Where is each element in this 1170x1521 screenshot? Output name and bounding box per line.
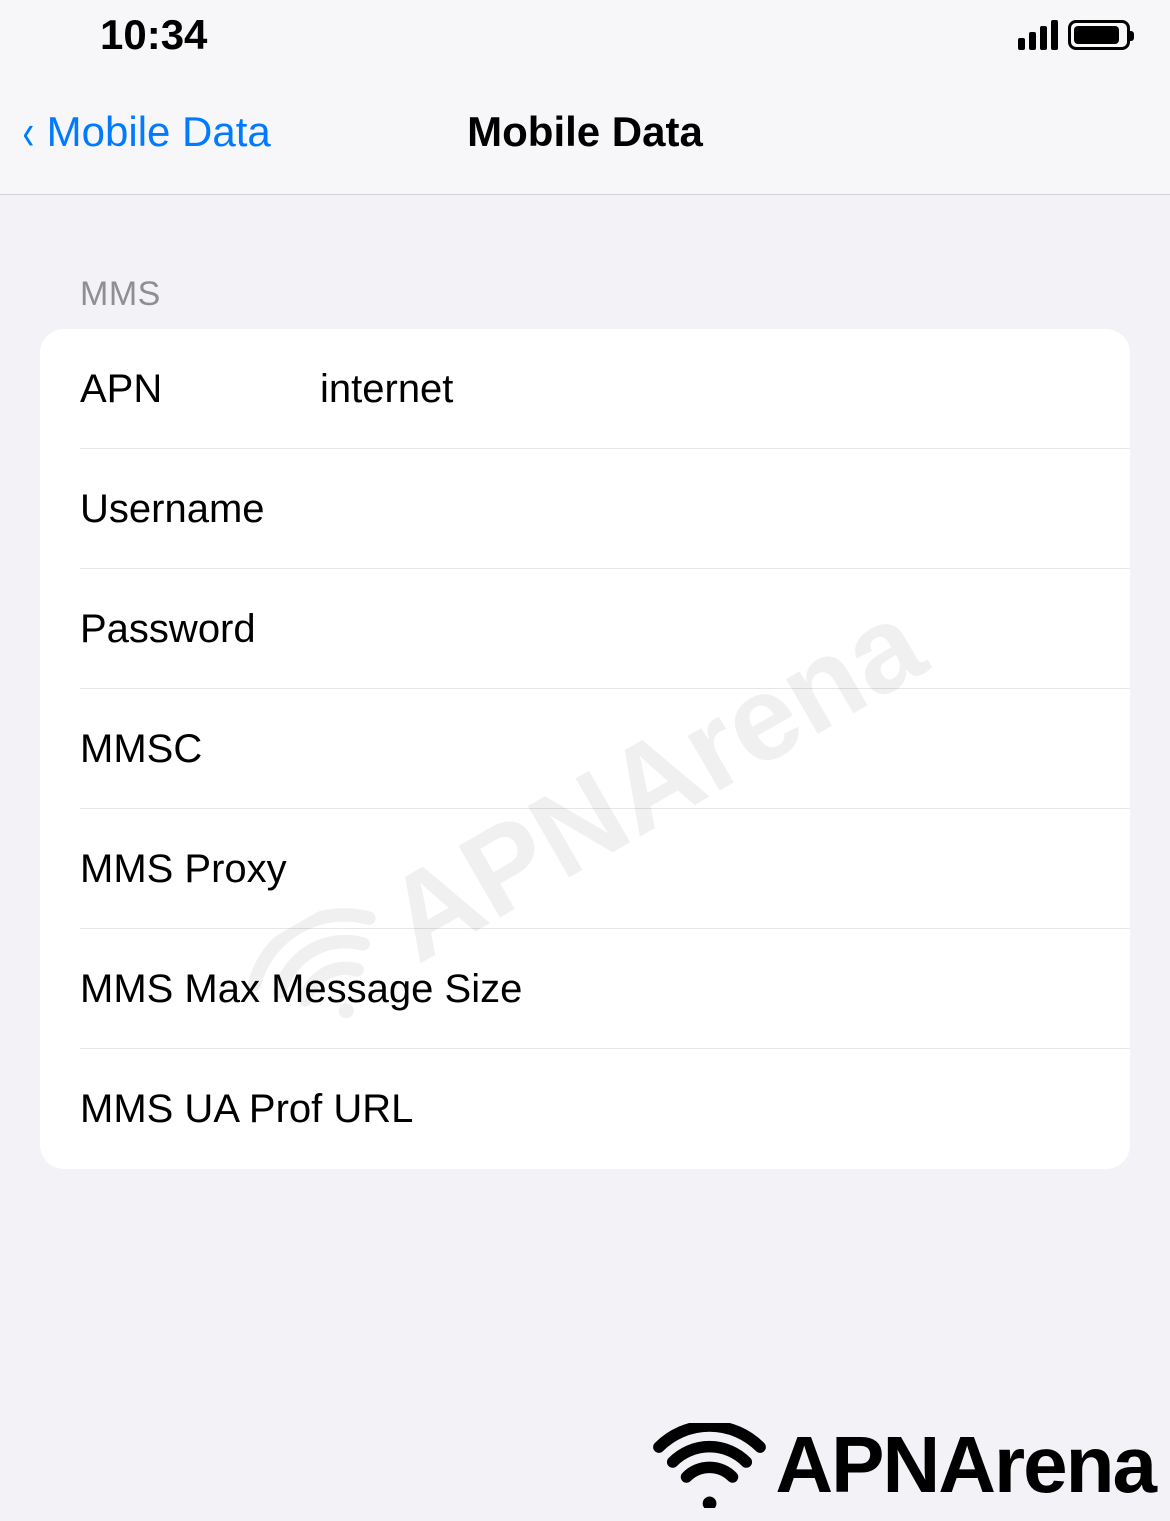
mmsc-row[interactable]: MMSC — [40, 689, 1130, 809]
mms-proxy-row[interactable]: MMS Proxy — [40, 809, 1130, 929]
apn-input[interactable] — [320, 367, 1090, 412]
back-label: Mobile Data — [47, 108, 271, 156]
mms-max-size-row[interactable]: MMS Max Message Size — [40, 929, 1130, 1049]
section-header-mms: MMS — [40, 275, 1130, 329]
mmsc-input[interactable] — [320, 727, 1090, 772]
mms-max-size-input[interactable] — [575, 967, 1090, 1012]
username-row[interactable]: Username — [40, 449, 1130, 569]
back-button[interactable]: ‹ Mobile Data — [0, 103, 271, 161]
mms-max-size-label: MMS Max Message Size — [80, 967, 575, 1012]
bottom-logo-text: APNArena — [775, 1419, 1155, 1511]
mms-proxy-label: MMS Proxy — [80, 847, 575, 892]
username-label: Username — [80, 487, 320, 532]
apn-label: APN — [80, 367, 320, 412]
mms-proxy-input[interactable] — [575, 847, 1090, 892]
status-indicators — [1018, 20, 1130, 50]
status-bar: 10:34 — [0, 0, 1170, 70]
status-time: 10:34 — [100, 11, 207, 59]
username-input[interactable] — [320, 487, 1090, 532]
content: MMS APN Username Password MMSC MMS Proxy… — [0, 195, 1170, 1169]
battery-icon — [1068, 20, 1130, 50]
mms-ua-prof-row[interactable]: MMS UA Prof URL — [40, 1049, 1130, 1169]
mms-settings-card: APN Username Password MMSC MMS Proxy MMS… — [40, 329, 1130, 1169]
nav-bar: ‹ Mobile Data Mobile Data — [0, 70, 1170, 195]
cellular-signal-icon — [1018, 20, 1058, 50]
chevron-left-icon: ‹ — [22, 103, 34, 161]
mms-ua-prof-input[interactable] — [575, 1087, 1090, 1132]
password-row[interactable]: Password — [40, 569, 1130, 689]
page-title: Mobile Data — [467, 108, 703, 156]
password-label: Password — [80, 607, 320, 652]
mmsc-label: MMSC — [80, 727, 320, 772]
apn-row[interactable]: APN — [40, 329, 1130, 449]
wifi-icon — [652, 1423, 767, 1508]
mms-ua-prof-label: MMS UA Prof URL — [80, 1087, 575, 1132]
bottom-logo: APNArena — [652, 1419, 1155, 1511]
password-input[interactable] — [320, 607, 1090, 652]
